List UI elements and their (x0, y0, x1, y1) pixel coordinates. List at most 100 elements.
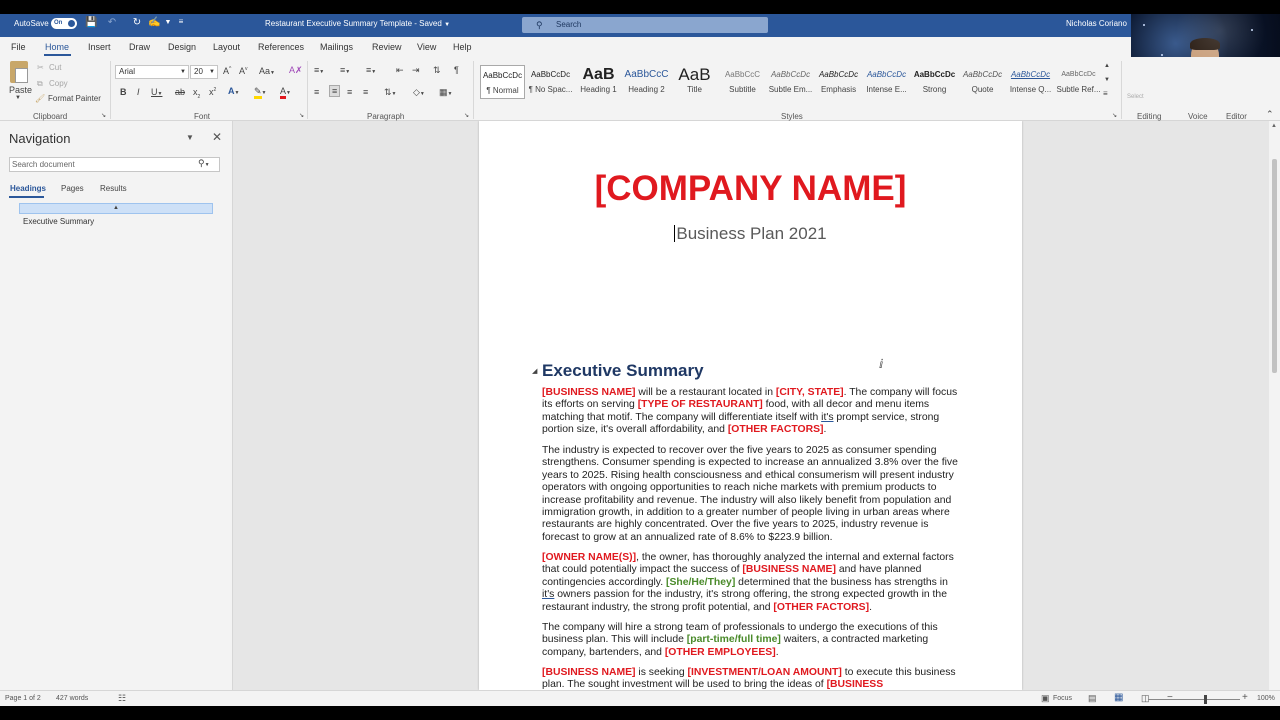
focus-button[interactable]: Focus (1053, 695, 1072, 702)
collapse-heading-icon[interactable]: ◢ (532, 367, 537, 375)
paragraph-team[interactable]: The company will hire a strong team of p… (542, 622, 962, 659)
dialog-launcher-icon[interactable]: ↘ (1112, 112, 1117, 119)
autosave-toggle[interactable]: On (51, 18, 77, 29)
zoom-in-icon[interactable]: + (1242, 692, 1248, 703)
tab-pages[interactable]: Pages (61, 184, 84, 193)
style-heading-1[interactable]: AaB Heading 1 (576, 65, 621, 99)
vertical-scrollbar[interactable]: ▲ (1269, 121, 1280, 690)
chevron-down-icon[interactable]: ▼ (15, 95, 21, 101)
clear-formatting-icon[interactable]: A✗ (289, 65, 303, 76)
zoom-level[interactable]: 100% (1257, 695, 1275, 702)
document-page[interactable]: [COMPANY NAME] Business Plan 2021 ◢ Exec… (479, 121, 1022, 690)
format-painter-button[interactable]: Format Painter (48, 94, 101, 103)
zoom-out-icon[interactable]: − (1167, 692, 1173, 703)
paste-button[interactable]: Paste (9, 85, 32, 95)
styles-scroll-down-icon[interactable]: ▼ (1104, 77, 1110, 83)
style-strong[interactable]: AaBbCcDc Strong (912, 65, 957, 99)
company-name-title[interactable]: [COMPANY NAME] (479, 169, 1022, 209)
focus-icon[interactable]: ▣ (1041, 693, 1050, 704)
search-document-input[interactable]: Search document (9, 157, 220, 172)
style-heading-2[interactable]: AaBbCcC Heading 2 (624, 65, 669, 99)
search-box[interactable]: ⚲ Search (522, 17, 768, 33)
numbering-icon[interactable]: ≡▼ (340, 65, 350, 75)
undo-icon[interactable]: ↶ (106, 17, 118, 31)
align-left-icon[interactable]: ≡ (314, 87, 319, 97)
paste-icon[interactable] (10, 61, 28, 83)
collapse-ribbon-icon[interactable]: ⌃ (1266, 109, 1274, 120)
copy-button[interactable]: Copy (49, 79, 68, 88)
paragraph-intro[interactable]: [BUSINESS NAME] will be a restaurant loc… (542, 387, 962, 437)
bullets-icon[interactable]: ≡▼ (314, 65, 324, 75)
borders-icon[interactable]: ▦▼ (439, 87, 452, 98)
proofing-icon[interactable]: ☷ (118, 693, 126, 704)
font-color-icon[interactable]: A▼ (280, 86, 291, 99)
tab-view[interactable]: View (417, 42, 436, 52)
zoom-slider-knob[interactable] (1204, 695, 1207, 704)
paragraph-investment[interactable]: [BUSINESS NAME] is seeking [INVESTMENT/L… (542, 667, 962, 690)
document-title[interactable]: Restaurant Executive Summary Template - … (265, 19, 450, 28)
style-subtitle[interactable]: AaBbCcC Subtitle (720, 65, 765, 99)
justify-icon[interactable]: ≡ (363, 87, 368, 97)
close-icon[interactable]: ✕ (212, 130, 222, 144)
style-intense-emphasis[interactable]: AaBbCcDc Intense E... (864, 65, 909, 99)
search-icon[interactable]: ⚲▼ (198, 158, 210, 169)
styles-more-icon[interactable]: ≡ (1103, 89, 1108, 98)
customize-toolbar-icon[interactable]: ≡ (175, 17, 187, 31)
font-name-box[interactable]: Arial ▼ (115, 65, 189, 79)
tab-home[interactable]: Home (45, 42, 69, 52)
style-intense-quote[interactable]: AaBbCcDc Intense Q... (1008, 65, 1053, 99)
nav-heading-executive-summary[interactable]: Executive Summary (23, 217, 94, 226)
touch-mode-icon[interactable]: ✍ (148, 17, 160, 31)
select-button[interactable]: Select (1127, 94, 1144, 100)
italic-icon[interactable]: I (137, 87, 140, 97)
tab-file[interactable]: File (11, 42, 26, 52)
shrink-font-icon[interactable]: Av (239, 66, 248, 76)
superscript-icon[interactable]: x2 (209, 87, 216, 97)
tab-draw[interactable]: Draw (129, 42, 150, 52)
tab-references[interactable]: References (258, 42, 304, 52)
scissors-icon[interactable]: ✂ (37, 63, 44, 72)
styles-scroll-up-icon[interactable]: ▲ (1104, 63, 1110, 69)
line-spacing-icon[interactable]: ⇅▼ (384, 87, 397, 98)
style-subtle-emphasis[interactable]: AaBbCcDc Subtle Em... (768, 65, 813, 99)
cut-button[interactable]: Cut (49, 63, 61, 72)
change-case-icon[interactable]: Aa▼ (259, 66, 275, 76)
tab-review[interactable]: Review (372, 42, 402, 52)
sort-icon[interactable]: ⇅ (433, 65, 441, 76)
brush-icon[interactable]: 🖌 (35, 94, 45, 103)
tab-insert[interactable]: Insert (88, 42, 111, 52)
copy-icon[interactable]: ⧉ (37, 79, 43, 89)
collapse-all-bar[interactable]: ▲ (19, 203, 213, 214)
highlight-icon[interactable]: ✎▼ (254, 86, 267, 99)
strikethrough-icon[interactable]: ab (175, 87, 185, 97)
tab-headings[interactable]: Headings (10, 184, 46, 193)
save-icon[interactable]: 💾 (85, 17, 97, 31)
style-quote[interactable]: AaBbCcDc Quote (960, 65, 1005, 99)
redo-icon[interactable]: ↻ (131, 17, 143, 31)
multilevel-list-icon[interactable]: ≡▼ (366, 65, 376, 75)
read-mode-icon[interactable]: ▤ (1088, 693, 1097, 704)
print-layout-icon[interactable]: ▦ (1114, 692, 1123, 703)
tab-mailings[interactable]: Mailings (320, 42, 353, 52)
tab-layout[interactable]: Layout (213, 42, 240, 52)
bold-icon[interactable]: B (120, 87, 127, 97)
shading-icon[interactable]: ◇▼ (413, 87, 425, 98)
scroll-up-icon[interactable]: ▲ (1271, 123, 1277, 129)
paragraph-industry[interactable]: The industry is expected to recover over… (542, 445, 962, 544)
scrollbar-thumb[interactable] (1272, 159, 1277, 373)
style-normal[interactable]: AaBbCcDc ¶ Normal (480, 65, 525, 99)
document-subtitle[interactable]: Business Plan 2021 (479, 224, 1022, 244)
executive-summary-heading[interactable]: Executive Summary (542, 361, 704, 381)
increase-indent-icon[interactable]: ⇥ (412, 65, 420, 76)
align-center-icon[interactable]: ≡ (329, 85, 341, 97)
zoom-slider[interactable] (1148, 699, 1240, 700)
dialog-launcher-icon[interactable]: ↘ (101, 112, 106, 119)
dialog-launcher-icon[interactable]: ↘ (464, 112, 469, 119)
font-size-box[interactable]: 20 ▼ (190, 65, 218, 79)
style-no-spacing[interactable]: AaBbCcDc ¶ No Spac... (528, 65, 573, 99)
user-name[interactable]: Nicholas Coriano (1066, 19, 1127, 28)
text-effects-icon[interactable]: A▼ (228, 86, 239, 96)
word-count[interactable]: 427 words (56, 695, 88, 702)
tab-design[interactable]: Design (168, 42, 196, 52)
decrease-indent-icon[interactable]: ⇤ (396, 65, 404, 76)
